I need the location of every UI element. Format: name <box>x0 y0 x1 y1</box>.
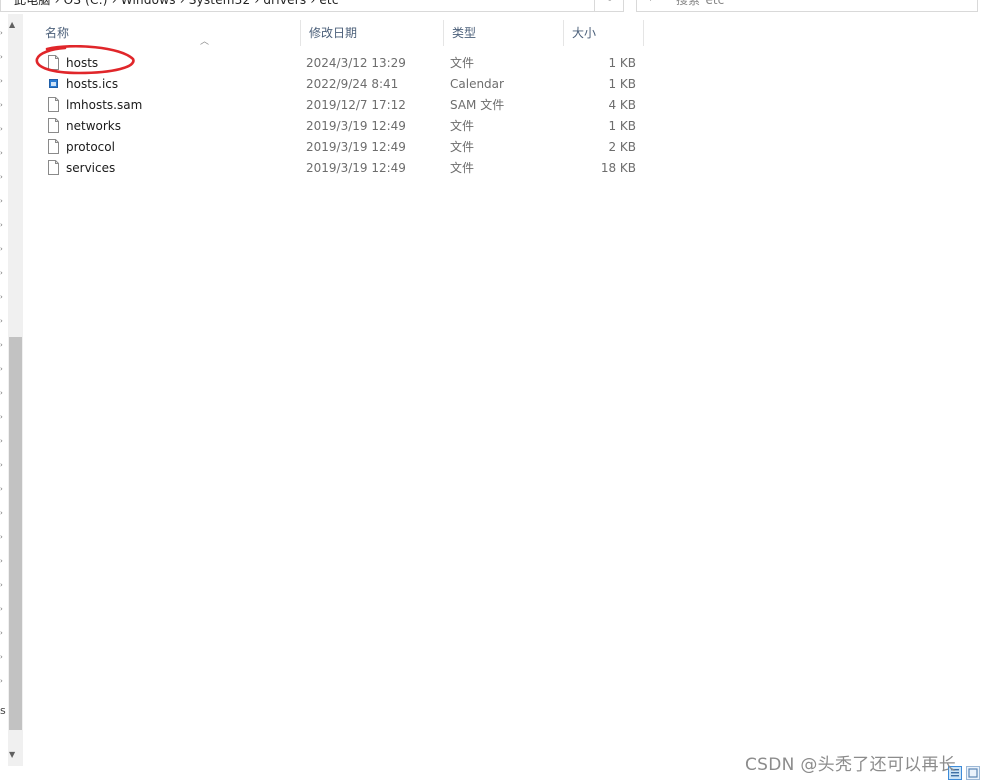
expand-arrow-icon[interactable]: › <box>0 293 6 301</box>
file-type: 文件 <box>450 140 475 154</box>
expand-arrow-icon[interactable]: › <box>0 269 6 277</box>
expand-arrow-icon[interactable]: › <box>0 653 6 661</box>
file-date: 2019/12/7 17:12 <box>306 98 406 112</box>
file-name: hosts <box>66 56 99 70</box>
calendar-file-icon <box>48 76 59 91</box>
sort-ascending-icon: ︿ <box>200 37 210 47</box>
file-date: 2022/9/24 8:41 <box>306 77 399 91</box>
file-name: protocol <box>66 140 115 154</box>
file-icon <box>48 55 59 70</box>
file-date: 2019/3/19 12:49 <box>306 161 406 175</box>
file-row[interactable]: networks 2019/3/19 12:49 文件 1 KB <box>36 116 644 137</box>
expand-arrow-icon[interactable]: › <box>0 125 6 133</box>
expand-arrow-icon[interactable]: › <box>0 317 6 325</box>
file-date: 2019/3/19 12:49 <box>306 140 406 154</box>
file-name: hosts.ics <box>66 77 119 91</box>
file-icon <box>48 139 59 154</box>
file-size: 1 KB <box>608 77 636 91</box>
file-row[interactable]: lmhosts.sam 2019/12/7 17:12 SAM 文件 4 KB <box>36 95 644 116</box>
expand-arrow-icon[interactable]: › <box>0 533 6 541</box>
expand-arrow-icon[interactable]: › <box>0 365 6 373</box>
expand-arrow-icon[interactable]: › <box>0 173 6 181</box>
column-header-type[interactable]: 类型 <box>443 20 563 46</box>
file-type: 文件 <box>450 119 475 133</box>
expand-arrow-icon[interactable]: › <box>0 605 6 613</box>
expand-arrow-icon[interactable]: › <box>0 389 6 397</box>
file-row[interactable]: hosts 2024/3/12 13:29 文件 1 KB <box>36 53 644 74</box>
expand-arrow-icon[interactable]: › <box>0 461 6 469</box>
file-name: networks <box>66 119 121 133</box>
file-row[interactable]: hosts.ics 2022/9/24 8:41 Calendar 1 KB <box>36 74 644 95</box>
file-row[interactable]: protocol 2019/3/19 12:49 文件 2 KB <box>36 137 644 158</box>
expand-arrow-icon[interactable]: › <box>0 101 6 109</box>
expand-arrow-icon[interactable]: › <box>0 677 6 685</box>
expand-arrow-icon[interactable]: › <box>0 437 6 445</box>
file-size: 18 KB <box>600 161 636 175</box>
chevron-down-icon[interactable]: ⌄ <box>573 0 581 2</box>
file-type: Calendar <box>450 77 504 91</box>
column-header-row: 名称 修改日期 类型 大小 ︿ <box>36 20 644 47</box>
scrollbar-thumb[interactable] <box>9 337 22 730</box>
refresh-icon[interactable]: ↻ <box>605 0 614 4</box>
search-placeholder: 搜索"etc" <box>676 0 730 7</box>
search-icon: ⌕ <box>650 0 656 5</box>
file-row[interactable]: services 2019/3/19 12:49 文件 18 KB <box>36 158 644 179</box>
column-header-date[interactable]: 修改日期 <box>300 20 443 46</box>
nav-item-label: s <box>0 704 6 717</box>
expand-arrow-icon[interactable]: › <box>0 413 6 421</box>
watermark: CSDN @头秃了还可以再长 <box>745 755 957 775</box>
column-header-size[interactable]: 大小 <box>563 20 643 46</box>
file-date: 2019/3/19 12:49 <box>306 119 406 133</box>
expand-arrow-icon[interactable]: › <box>0 29 6 37</box>
file-date: 2024/3/12 13:29 <box>306 56 406 70</box>
file-size: 1 KB <box>608 119 636 133</box>
file-explorer-window: 此电脑 › OS (C:) › Windows › System32 › dri… <box>0 0 992 780</box>
expand-arrow-icon[interactable]: › <box>0 557 6 565</box>
expand-arrow-icon[interactable]: › <box>0 53 6 61</box>
expand-arrow-icon[interactable]: › <box>0 197 6 205</box>
scroll-up-icon[interactable]: ▲ <box>9 20 15 29</box>
expand-arrow-icon[interactable]: › <box>0 485 6 493</box>
file-name: lmhosts.sam <box>66 98 143 112</box>
file-size: 1 KB <box>608 56 636 70</box>
expand-arrow-icon[interactable]: › <box>0 77 6 85</box>
column-divider[interactable] <box>643 20 644 46</box>
file-type: 文件 <box>450 56 475 70</box>
large-icons-view-icon <box>968 768 978 778</box>
large-icons-view-button[interactable] <box>966 766 980 780</box>
file-icon <box>48 160 59 175</box>
expand-arrow-icon[interactable]: › <box>0 509 6 517</box>
file-size: 4 KB <box>608 98 636 112</box>
scroll-down-icon[interactable]: ▼ <box>9 750 15 759</box>
expand-arrow-icon[interactable]: › <box>0 581 6 589</box>
expand-arrow-icon[interactable]: › <box>0 341 6 349</box>
expand-arrow-icon[interactable]: › <box>0 629 6 637</box>
column-header-name[interactable]: 名称 <box>36 20 300 46</box>
file-name: services <box>66 161 116 175</box>
expand-arrow-icon[interactable]: › <box>0 221 6 229</box>
file-size: 2 KB <box>608 140 636 154</box>
file-icon <box>48 97 59 112</box>
expand-arrow-icon[interactable]: › <box>0 245 6 253</box>
expand-arrow-icon[interactable]: › <box>0 149 6 157</box>
file-type: SAM 文件 <box>450 98 505 112</box>
file-icon <box>48 118 59 133</box>
file-type: 文件 <box>450 161 475 175</box>
address-path[interactable]: 此电脑 › OS (C:) › Windows › System32 › dri… <box>14 0 339 8</box>
